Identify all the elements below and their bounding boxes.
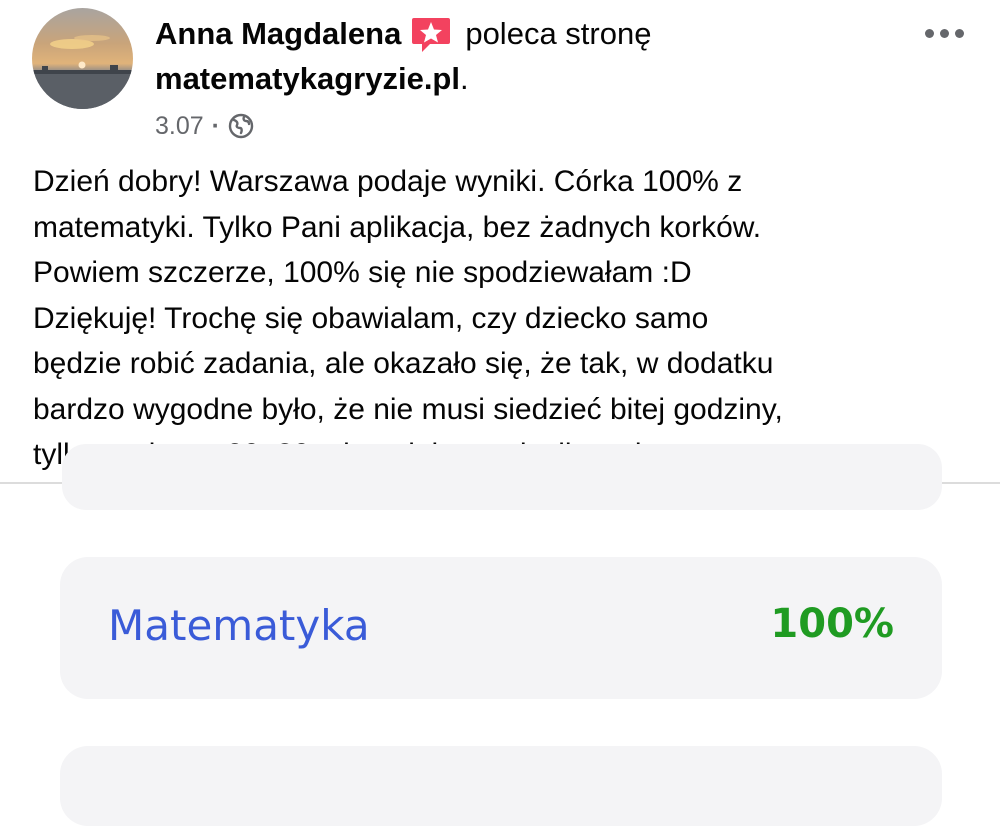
subject-name: Matematyka <box>108 601 370 650</box>
result-card-partial-top <box>62 444 942 510</box>
page-name[interactable]: matematykagryzie.pl <box>155 61 460 96</box>
post-text-line: będzie robić zadania, ale okazało się, ż… <box>33 347 774 380</box>
recommended-page-link[interactable]: matematykagryzie.pl. <box>155 61 469 97</box>
avatar-sunset-image <box>32 8 133 109</box>
attached-screenshot[interactable]: Matematyka 100% <box>0 444 1000 826</box>
author-name[interactable]: Anna Magdalena <box>155 16 401 52</box>
result-card-partial-bottom <box>60 746 942 826</box>
more-dots-icon <box>924 28 934 38</box>
more-dots-icon <box>939 28 949 38</box>
post-text: Dzień dobry! Warszawa podaje wyniki. Cór… <box>33 159 988 478</box>
recommends-text: poleca stronę <box>465 16 652 51</box>
meta-separator: · <box>211 111 220 140</box>
post-text-line: Dziękuję! Trochę się obawialam, czy dzie… <box>33 301 709 335</box>
globe-icon[interactable] <box>228 113 254 139</box>
result-card: Matematyka 100% <box>60 557 942 699</box>
more-options-button[interactable] <box>918 16 970 50</box>
post-text-line: matematyki. Tylko Pani aplikacja, bez ża… <box>33 210 762 244</box>
post-date[interactable]: 3.07 <box>155 112 204 141</box>
facebook-post: Anna Magdalena poleca stronę matematykag… <box>0 0 1000 482</box>
post-meta: 3.07 · <box>155 109 254 143</box>
post-text-line: Powiem szczerze, 100% się nie spodziewał… <box>33 256 692 289</box>
recommend-star-icon <box>411 14 451 54</box>
page-name-suffix: . <box>459 61 469 96</box>
author-avatar[interactable] <box>32 8 133 109</box>
post-header: Anna Magdalena poleca stronę <box>155 14 651 54</box>
subject-score: 100% <box>770 601 894 647</box>
post-text-line: bardzo wygodne było, że nie musi siedzie… <box>33 392 783 426</box>
more-dots-icon <box>954 28 964 38</box>
post-text-line: Dzień dobry! Warszawa podaje wyniki. Cór… <box>33 165 743 198</box>
